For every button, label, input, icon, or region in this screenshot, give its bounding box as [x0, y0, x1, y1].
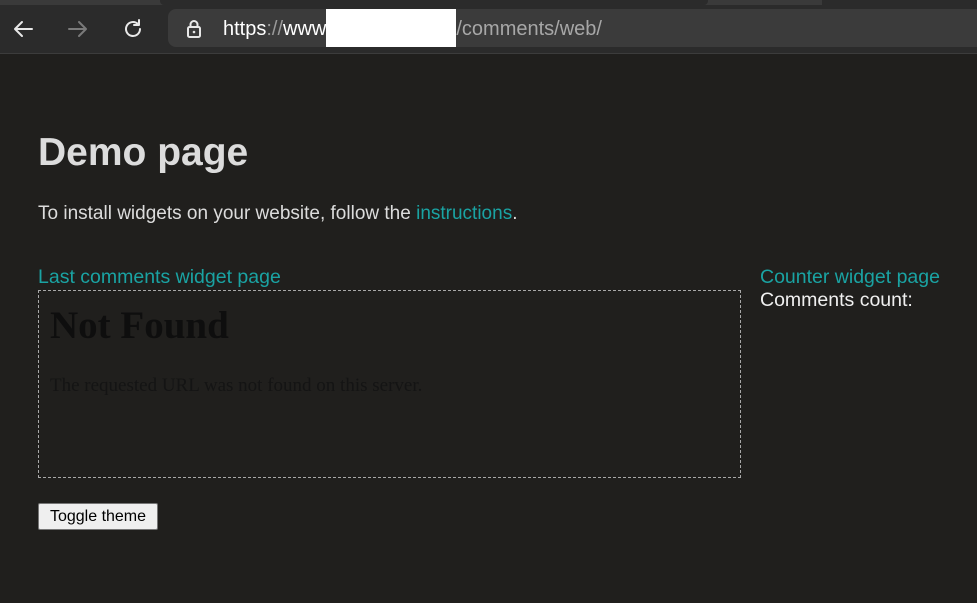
redacted-region — [326, 9, 457, 47]
forward-button[interactable] — [63, 14, 93, 44]
back-button[interactable] — [8, 14, 38, 44]
arrow-left-icon — [14, 21, 33, 37]
url-scheme: https — [223, 18, 267, 40]
url-separator: :// — [266, 18, 284, 40]
url-path: /comments/web/ — [456, 18, 602, 40]
url-text[interactable]: https://www/comments/web/ — [223, 9, 602, 47]
frame-title: Not Found — [50, 304, 229, 347]
intro-text: To install widgets on your website, foll… — [38, 203, 417, 224]
page-content: Demo page To install widgets on your web… — [38, 54, 977, 603]
refresh-icon — [125, 19, 141, 37]
browser-toolbar: https://www/comments/web/ — [0, 5, 977, 54]
instructions-link[interactable]: instructions — [416, 203, 512, 224]
last-comments-widget-link[interactable]: Last comments widget page — [38, 265, 281, 289]
lock-icon[interactable] — [186, 19, 202, 44]
intro-end: . — [512, 203, 518, 224]
toggle-theme-button[interactable]: Toggle theme — [38, 503, 158, 530]
frame-message: The requested URL was not found on this … — [50, 375, 423, 396]
counter-widget-link[interactable]: Counter widget page — [760, 265, 940, 289]
arrow-right-icon — [68, 21, 87, 37]
url-host: www — [283, 18, 327, 40]
address-bar[interactable]: https://www/comments/web/ — [168, 9, 977, 47]
intro-paragraph: To install widgets on your website, foll… — [38, 202, 517, 226]
comments-count-label: Comments count: — [760, 289, 913, 311]
page-title: Demo page — [38, 131, 249, 174]
last-comments-widget-frame: Not Found The requested URL was not foun… — [38, 290, 741, 478]
reload-button[interactable] — [118, 14, 148, 44]
